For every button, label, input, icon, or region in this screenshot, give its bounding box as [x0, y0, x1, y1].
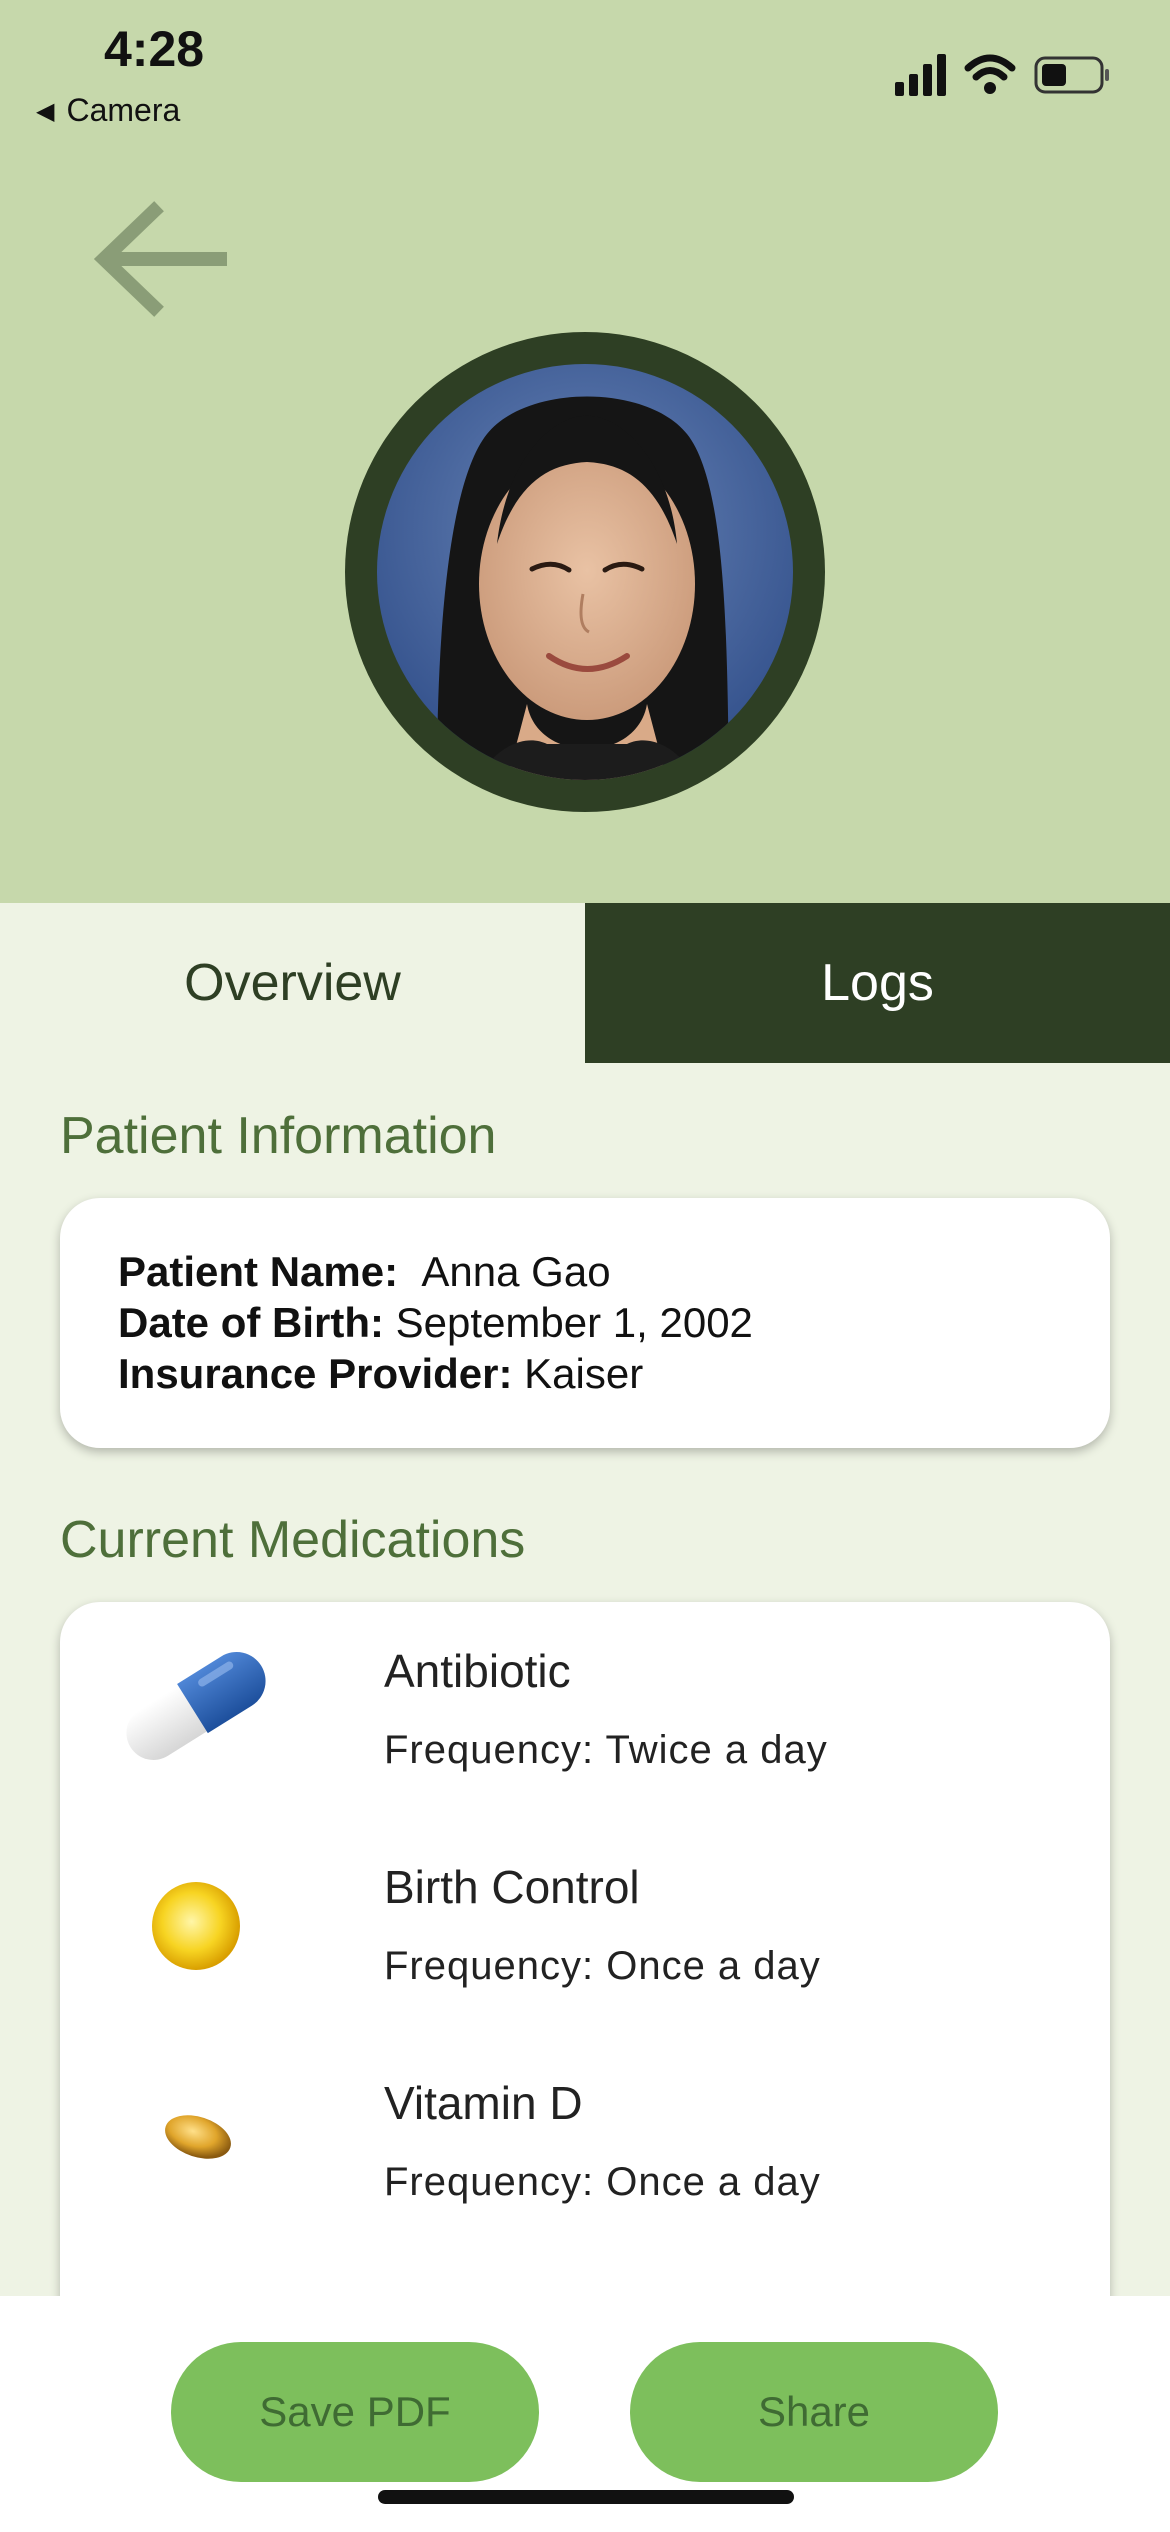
- save-pdf-button[interactable]: Save PDF: [171, 2342, 539, 2482]
- avatar-ring: [345, 332, 825, 812]
- back-arrow-icon[interactable]: [90, 195, 230, 325]
- home-indicator: [378, 2490, 794, 2504]
- status-back-label: Camera: [66, 92, 181, 128]
- patient-name-label: Patient Name:: [118, 1248, 399, 1295]
- insurance-value: Kaiser: [524, 1350, 644, 1397]
- battery-icon: [1034, 56, 1109, 94]
- insurance-label: Insurance Provider:: [118, 1350, 513, 1397]
- status-back-to-camera[interactable]: ◀ Camera: [36, 92, 180, 129]
- status-time: 4:28: [104, 21, 205, 77]
- back-triangle-icon: ◀: [36, 98, 55, 125]
- patient-info-card: Patient Name: Anna Gao Date of Birth: Se…: [60, 1198, 1110, 1448]
- avatar: [377, 364, 793, 780]
- yellow-pill-icon: [152, 1882, 240, 1970]
- tab-bar: Overview Logs: [0, 903, 1170, 1063]
- wifi-icon: [964, 54, 1016, 94]
- current-medications-title: Current Medications: [60, 1511, 526, 1569]
- profile-header: 4:28 ◀ Camera: [0, 0, 1170, 903]
- status-icons: [895, 54, 1109, 96]
- insurance-row: Insurance Provider: Kaiser: [118, 1350, 643, 1398]
- tab-logs[interactable]: Logs: [585, 903, 1170, 1063]
- medication-frequency: Frequency: Once a day: [384, 2160, 821, 2204]
- medications-card: Antibiotic Frequency: Twice a day Birth …: [60, 1602, 1110, 2362]
- capsule-icon: [126, 1652, 266, 1760]
- patient-information-title: Patient Information: [60, 1107, 497, 1165]
- medication-name: Birth Control: [384, 1861, 640, 1913]
- share-button[interactable]: Share: [630, 2342, 998, 2482]
- medication-frequency: Frequency: Twice a day: [384, 1728, 828, 1772]
- patient-name-row: Patient Name: Anna Gao: [118, 1248, 611, 1296]
- date-of-birth-row: Date of Birth: September 1, 2002: [118, 1299, 753, 1347]
- tab-overview[interactable]: Overview: [0, 903, 585, 1063]
- medication-name: Vitamin D: [384, 2077, 583, 2129]
- softgel-icon: [165, 2115, 231, 2159]
- signal-icon: [895, 54, 946, 96]
- medication-name: Antibiotic: [384, 1645, 571, 1697]
- dob-value: September 1, 2002: [395, 1299, 753, 1346]
- patient-name-value: Anna Gao: [421, 1248, 611, 1295]
- avatar-portrait: [377, 364, 793, 780]
- medication-frequency: Frequency: Once a day: [384, 1944, 821, 1988]
- dob-label: Date of Birth:: [118, 1299, 384, 1346]
